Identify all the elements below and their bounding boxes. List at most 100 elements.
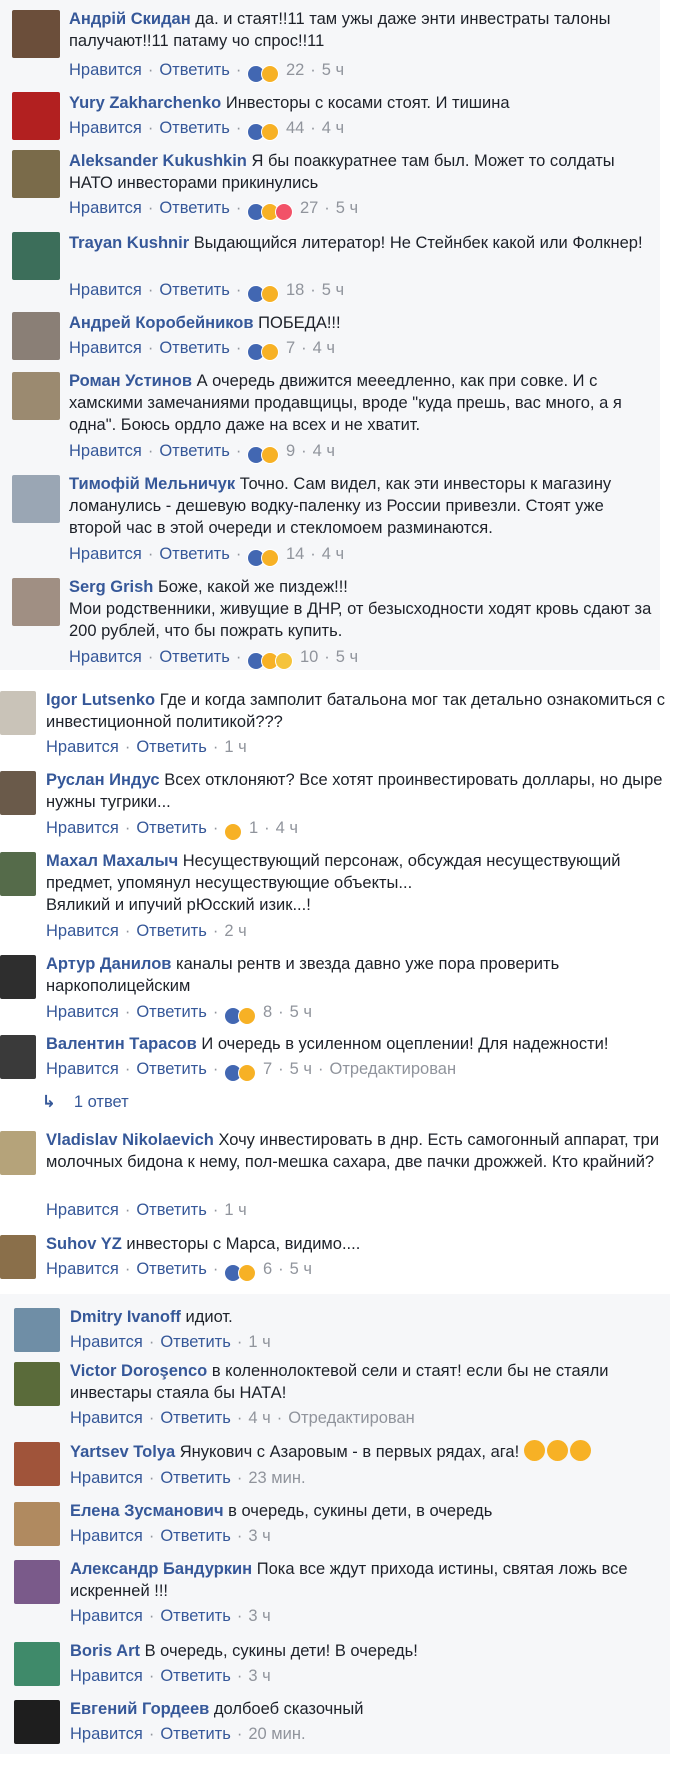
avatar[interactable]: [0, 955, 36, 999]
like-link[interactable]: Нравится: [46, 1003, 119, 1021]
like-link[interactable]: Нравится: [70, 1667, 143, 1685]
reply-link[interactable]: Ответить: [136, 922, 207, 940]
reply-link[interactable]: Ответить: [159, 119, 230, 137]
commenter-name[interactable]: Suhov YZ: [46, 1235, 122, 1253]
timestamp[interactable]: 3 ч: [248, 1527, 270, 1545]
like-link[interactable]: Нравится: [46, 1201, 119, 1219]
reply-link[interactable]: Ответить: [136, 1201, 207, 1219]
commenter-name[interactable]: Елена Зусманович: [70, 1502, 224, 1520]
like-link[interactable]: Нравится: [70, 1409, 143, 1427]
reply-link[interactable]: Ответить: [160, 1469, 231, 1487]
commenter-name[interactable]: Валентин Тарасов: [46, 1035, 197, 1053]
reply-link[interactable]: Ответить: [136, 1260, 207, 1278]
reactions-summary[interactable]: [247, 201, 294, 221]
timestamp[interactable]: 3 ч: [248, 1667, 270, 1685]
commenter-name[interactable]: Serg Grish: [69, 578, 153, 596]
reply-link[interactable]: Ответить: [136, 1003, 207, 1021]
avatar[interactable]: [14, 1642, 60, 1686]
like-link[interactable]: Нравится: [46, 738, 119, 756]
reply-link[interactable]: Ответить: [159, 199, 230, 217]
like-link[interactable]: Нравится: [69, 61, 142, 79]
commenter-name[interactable]: Aleksander Kukushkin: [69, 152, 247, 170]
avatar[interactable]: [12, 475, 60, 523]
like-link[interactable]: Нравится: [70, 1607, 143, 1625]
commenter-name[interactable]: Trayan Kushnir: [69, 234, 189, 252]
reply-link[interactable]: Ответить: [159, 281, 230, 299]
like-link[interactable]: Нравится: [70, 1469, 143, 1487]
reply-link[interactable]: Ответить: [136, 819, 207, 837]
reply-link[interactable]: Ответить: [136, 1060, 207, 1078]
avatar[interactable]: [12, 578, 60, 626]
reactions-summary[interactable]: [247, 444, 280, 464]
timestamp[interactable]: 5 ч: [322, 281, 344, 299]
avatar[interactable]: [14, 1362, 60, 1406]
avatar[interactable]: [0, 691, 36, 735]
like-link[interactable]: Нравится: [69, 545, 142, 563]
avatar[interactable]: [0, 852, 36, 896]
view-replies-link[interactable]: ↳ 1 ответ: [42, 1091, 129, 1113]
reply-link[interactable]: Ответить: [159, 648, 230, 666]
commenter-name[interactable]: Yartsev Tolya: [70, 1443, 175, 1461]
timestamp[interactable]: 4 ч: [322, 119, 344, 137]
reactions-summary[interactable]: [224, 1005, 257, 1025]
commenter-name[interactable]: Igor Lutsenko: [46, 691, 155, 709]
like-link[interactable]: Нравится: [46, 1260, 119, 1278]
reactions-summary[interactable]: [247, 650, 294, 670]
avatar[interactable]: [12, 312, 60, 360]
avatar[interactable]: [14, 1700, 60, 1744]
timestamp[interactable]: 5 ч: [290, 1260, 312, 1278]
like-link[interactable]: Нравится: [70, 1333, 143, 1351]
commenter-name[interactable]: Артур Данилов: [46, 955, 171, 973]
like-link[interactable]: Нравится: [69, 648, 142, 666]
avatar[interactable]: [14, 1308, 60, 1352]
commenter-name[interactable]: Александр Бандуркин: [70, 1560, 252, 1578]
reply-link[interactable]: Ответить: [136, 738, 207, 756]
commenter-name[interactable]: Андрій Скидан: [69, 10, 191, 28]
timestamp[interactable]: 4 ч: [313, 339, 335, 357]
timestamp[interactable]: 4 ч: [276, 819, 298, 837]
timestamp[interactable]: 1 ч: [224, 738, 246, 756]
avatar[interactable]: [0, 1035, 36, 1079]
timestamp[interactable]: 4 ч: [248, 1409, 270, 1427]
avatar[interactable]: [12, 372, 60, 420]
commenter-name[interactable]: Роман Устинов: [69, 372, 192, 390]
reply-link[interactable]: Ответить: [160, 1725, 231, 1743]
reactions-summary[interactable]: [247, 63, 280, 83]
reply-link[interactable]: Ответить: [160, 1333, 231, 1351]
avatar[interactable]: [12, 10, 60, 58]
timestamp[interactable]: 23 мин.: [248, 1469, 305, 1487]
reactions-summary[interactable]: [247, 121, 280, 141]
avatar[interactable]: [12, 150, 60, 198]
avatar[interactable]: [0, 1131, 36, 1175]
reply-link[interactable]: Ответить: [159, 442, 230, 460]
commenter-name[interactable]: Махал Махалыч: [46, 852, 178, 870]
timestamp[interactable]: 1 ч: [224, 1201, 246, 1219]
like-link[interactable]: Нравится: [69, 442, 142, 460]
timestamp[interactable]: 5 ч: [322, 61, 344, 79]
commenter-name[interactable]: Dmitry Ivanoff: [70, 1308, 181, 1326]
avatar[interactable]: [14, 1442, 60, 1486]
reply-link[interactable]: Ответить: [159, 339, 230, 357]
like-link[interactable]: Нравится: [69, 281, 142, 299]
like-link[interactable]: Нравится: [46, 819, 119, 837]
reply-link[interactable]: Ответить: [160, 1667, 231, 1685]
commenter-name[interactable]: Boris Art: [70, 1642, 140, 1660]
reply-link[interactable]: Ответить: [160, 1409, 231, 1427]
like-link[interactable]: Нравится: [69, 339, 142, 357]
reactions-summary[interactable]: [247, 547, 280, 567]
timestamp[interactable]: 4 ч: [322, 545, 344, 563]
like-link[interactable]: Нравится: [70, 1725, 143, 1743]
avatar[interactable]: [12, 232, 60, 280]
timestamp[interactable]: 1 ч: [248, 1333, 270, 1351]
timestamp[interactable]: 4 ч: [313, 442, 335, 460]
reply-link[interactable]: Ответить: [160, 1607, 231, 1625]
reactions-summary[interactable]: [224, 1262, 257, 1282]
commenter-name[interactable]: Евгений Гордеев: [70, 1700, 209, 1718]
reply-link[interactable]: Ответить: [160, 1527, 231, 1545]
avatar[interactable]: [12, 92, 60, 140]
timestamp[interactable]: 20 мин.: [248, 1725, 305, 1743]
like-link[interactable]: Нравится: [46, 1060, 119, 1078]
timestamp[interactable]: 5 ч: [290, 1060, 312, 1078]
avatar[interactable]: [14, 1560, 60, 1604]
commenter-name[interactable]: Victor Doroşenco: [70, 1362, 207, 1380]
